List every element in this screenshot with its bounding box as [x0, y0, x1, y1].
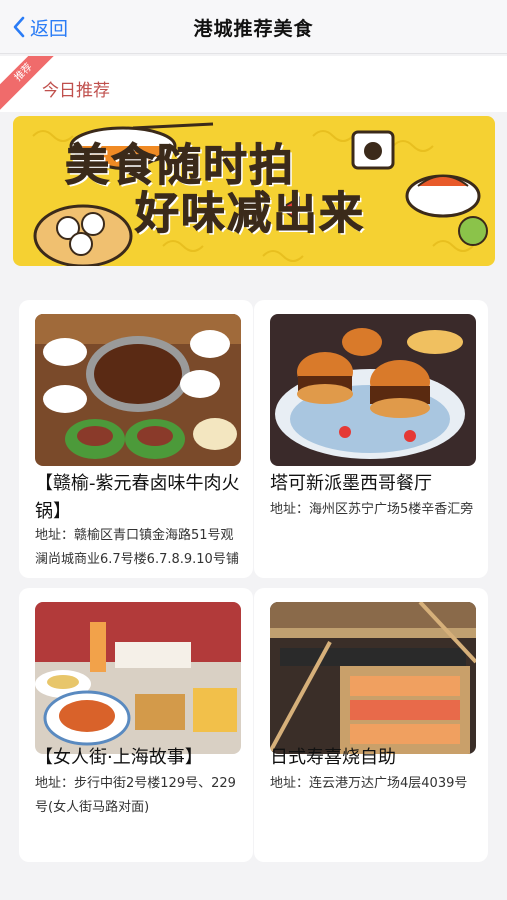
- banner-line-1: 美食随时拍: [65, 140, 295, 191]
- restaurant-card[interactable]: 【赣榆-紫元春卤味牛肉火锅】 地址：赣榆区青口镇金海路51号观澜尚城商业6.7号…: [19, 300, 253, 578]
- restaurant-address: 地址：步行中街2号楼129号、229号(女人街马路对面): [35, 772, 245, 820]
- restaurant-name: 日式寿喜烧自助: [270, 747, 396, 768]
- address-value: 海州区苏宁广场5楼辛香汇旁: [309, 502, 474, 517]
- navigation-bar: 返回 港城推荐美食: [0, 0, 507, 54]
- hotpot-photo: [35, 314, 241, 466]
- address-label: 地址：: [35, 528, 75, 543]
- page-title: 港城推荐美食: [193, 18, 314, 40]
- restaurant-name: 【赣榆-紫元春卤味牛肉火锅】: [35, 473, 240, 522]
- restaurant-card[interactable]: 日式寿喜烧自助 地址：连云港万达广场4层4039号: [254, 588, 488, 862]
- address-label: 地址：: [35, 776, 75, 791]
- sushi-photo: [270, 602, 476, 754]
- restaurant-card[interactable]: 塔可新派墨西哥餐厅 地址：海州区苏宁广场5楼辛香汇旁: [254, 300, 488, 578]
- restaurant-address: 地址：连云港万达广场4层4039号: [270, 772, 480, 796]
- restaurant-card[interactable]: 【女人街·上海故事】 地址：步行中街2号楼129号、229号(女人街马路对面): [19, 588, 253, 862]
- section-header: 推荐 今日推荐: [0, 56, 507, 112]
- restaurant-address: 地址：海州区苏宁广场5楼辛香汇旁: [270, 498, 480, 522]
- restaurant-name: 【女人街·上海故事】: [35, 747, 203, 768]
- restaurant-address: 地址：赣榆区青口镇金海路51号观澜尚城商业6.7号楼6.7.8.9.10号铺: [35, 524, 245, 574]
- banner-slogan: 美食随时拍 好味减出来: [65, 140, 365, 239]
- address-label: 地址：: [270, 502, 310, 517]
- restaurant-name: 塔可新派墨西哥餐厅: [270, 473, 432, 494]
- section-title: 今日推荐: [42, 81, 110, 101]
- restaurant-grid: 【赣榆-紫元春卤味牛肉火锅】 地址：赣榆区青口镇金海路51号观澜尚城商业6.7号…: [0, 290, 507, 880]
- pasta-photo: [35, 602, 241, 754]
- promo-banner[interactable]: 美食随时拍 好味减出来: [13, 116, 495, 266]
- banner-line-2: 好味减出来: [135, 188, 365, 239]
- address-label: 地址：: [270, 776, 310, 791]
- burger-photo: [270, 314, 476, 466]
- address-value: 连云港万达广场4层4039号: [309, 776, 468, 791]
